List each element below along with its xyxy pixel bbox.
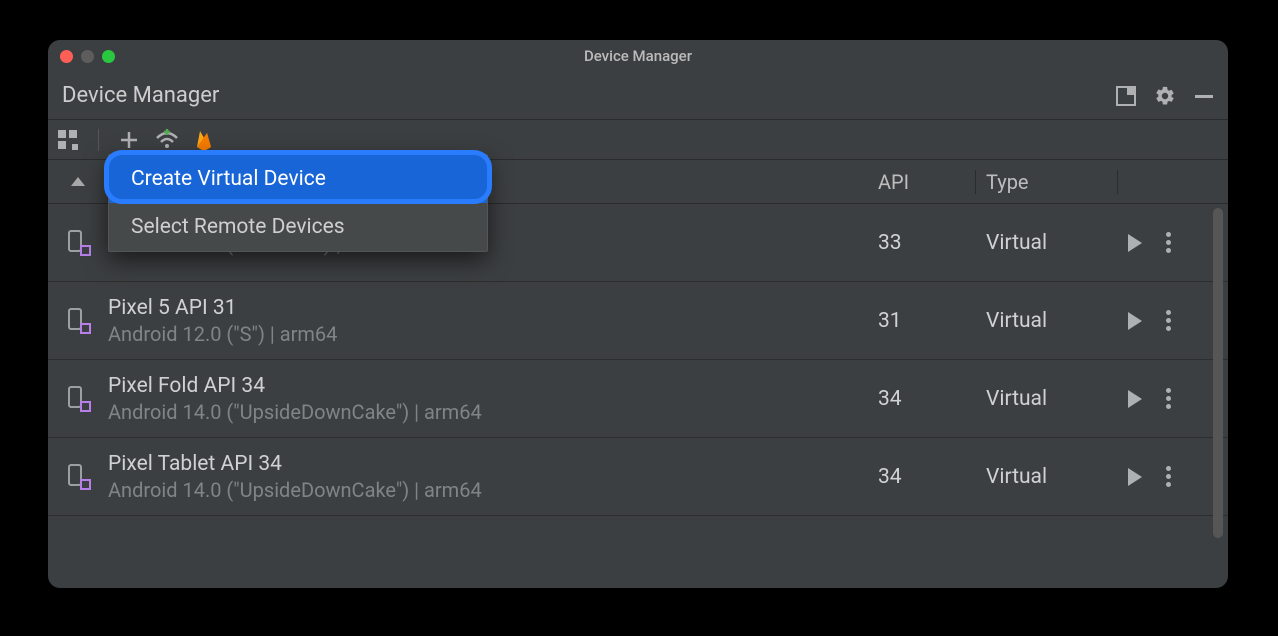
device-type: Virtual [976,309,1118,333]
menu-item-select-remote-devices[interactable]: Select Remote Devices [109,203,487,251]
device-type: Virtual [976,387,1118,411]
play-icon[interactable] [1128,390,1142,408]
sort-ascending-icon [71,177,85,186]
device-manager-window: Device Manager Device Manager Create Vir… [48,40,1228,588]
api-column-header[interactable]: API [868,170,976,194]
device-name: Pixel Tablet API 34 [108,452,868,476]
sort-column-header[interactable] [48,177,108,186]
device-api: 34 [868,465,976,489]
device-name: Pixel 5 API 31 [108,296,868,320]
play-icon[interactable] [1128,312,1142,330]
device-name: Pixel Fold API 34 [108,374,868,398]
gear-icon[interactable] [1154,85,1176,107]
titlebar: Device Manager [48,40,1228,72]
vertical-scrollbar[interactable] [1213,208,1223,538]
device-name-cell: Pixel 5 API 31 Android 12.0 ("S") | arm6… [108,296,868,346]
minimize-panel-icon[interactable] [1194,86,1214,106]
device-type-icon [48,464,108,490]
menu-item-create-virtual-device[interactable]: Create Virtual Device [109,155,487,203]
add-device-icon[interactable] [119,130,139,150]
device-api: 33 [868,231,976,255]
device-row[interactable]: Pixel Fold API 34 Android 14.0 ("UpsideD… [48,360,1228,438]
device-type: Virtual [976,465,1118,489]
panel-header: Device Manager [48,72,1228,120]
toolbar: Create Virtual Device Select Remote Devi… [48,120,1228,160]
firebase-icon[interactable] [195,129,213,151]
more-actions-icon[interactable] [1166,232,1171,253]
device-type-icon [48,230,108,256]
device-row[interactable]: Pixel 5 API 31 Android 12.0 ("S") | arm6… [48,282,1228,360]
play-icon[interactable] [1128,468,1142,486]
device-api: 31 [868,309,976,333]
layout-icon[interactable] [58,130,78,150]
window-mode-icon[interactable] [1116,86,1136,106]
zoom-window-button[interactable] [102,50,115,63]
more-actions-icon[interactable] [1166,388,1171,409]
device-details: Android 14.0 ("UpsideDownCake") | arm64 [108,400,868,424]
add-device-dropdown: Create Virtual Device Select Remote Devi… [108,154,488,252]
play-icon[interactable] [1128,234,1142,252]
device-type-icon [48,386,108,412]
device-type-icon [48,308,108,334]
wifi-pair-icon[interactable] [155,129,179,151]
device-details: Android 14.0 ("UpsideDownCake") | arm64 [108,478,868,502]
device-details: Android 12.0 ("S") | arm64 [108,322,868,346]
panel-title: Device Manager [62,83,219,108]
minimize-window-button[interactable] [81,50,94,63]
device-name-cell: Pixel Tablet API 34 Android 14.0 ("Upsid… [108,452,868,502]
type-column-header[interactable]: Type [976,170,1118,194]
more-actions-icon[interactable] [1166,466,1171,487]
more-actions-icon[interactable] [1166,310,1171,331]
window-controls [60,50,115,63]
device-name-cell: Pixel Fold API 34 Android 14.0 ("UpsideD… [108,374,868,424]
device-row[interactable]: Pixel Tablet API 34 Android 14.0 ("Upsid… [48,438,1228,516]
window-title: Device Manager [48,47,1228,65]
close-window-button[interactable] [60,50,73,63]
toolbar-divider [98,129,99,151]
device-api: 34 [868,387,976,411]
device-type: Virtual [976,231,1118,255]
